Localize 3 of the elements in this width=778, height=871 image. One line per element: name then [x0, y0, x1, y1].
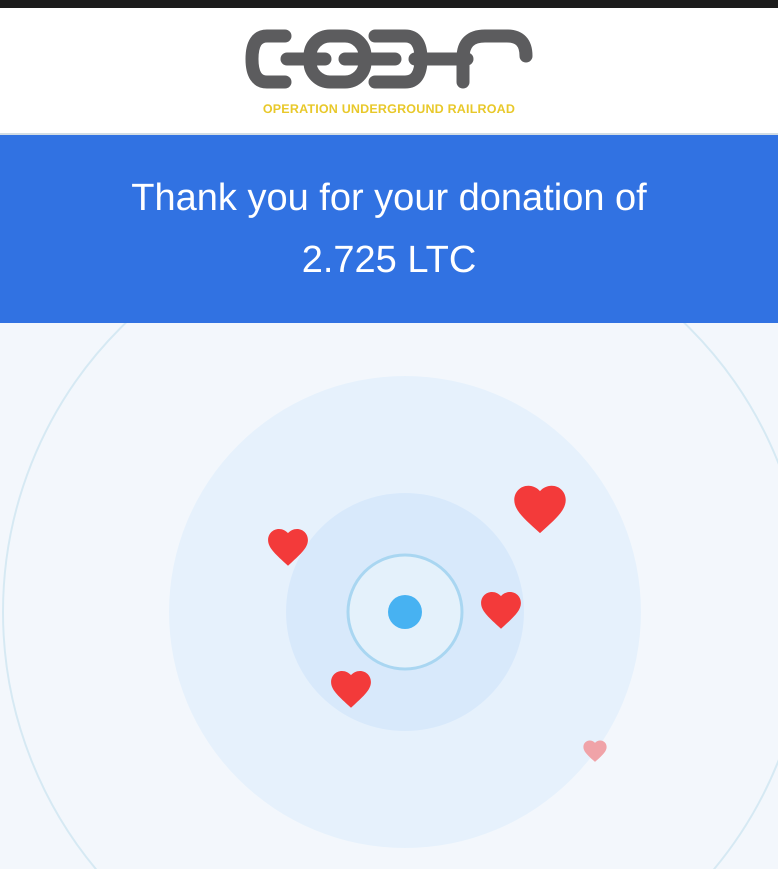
logo-icon [245, 28, 533, 90]
thank-you-message: Thank you for your donation of 2.725 LTC [130, 176, 648, 283]
logo-caption: OPERATION UNDERGROUND RAILROAD [262, 102, 516, 116]
